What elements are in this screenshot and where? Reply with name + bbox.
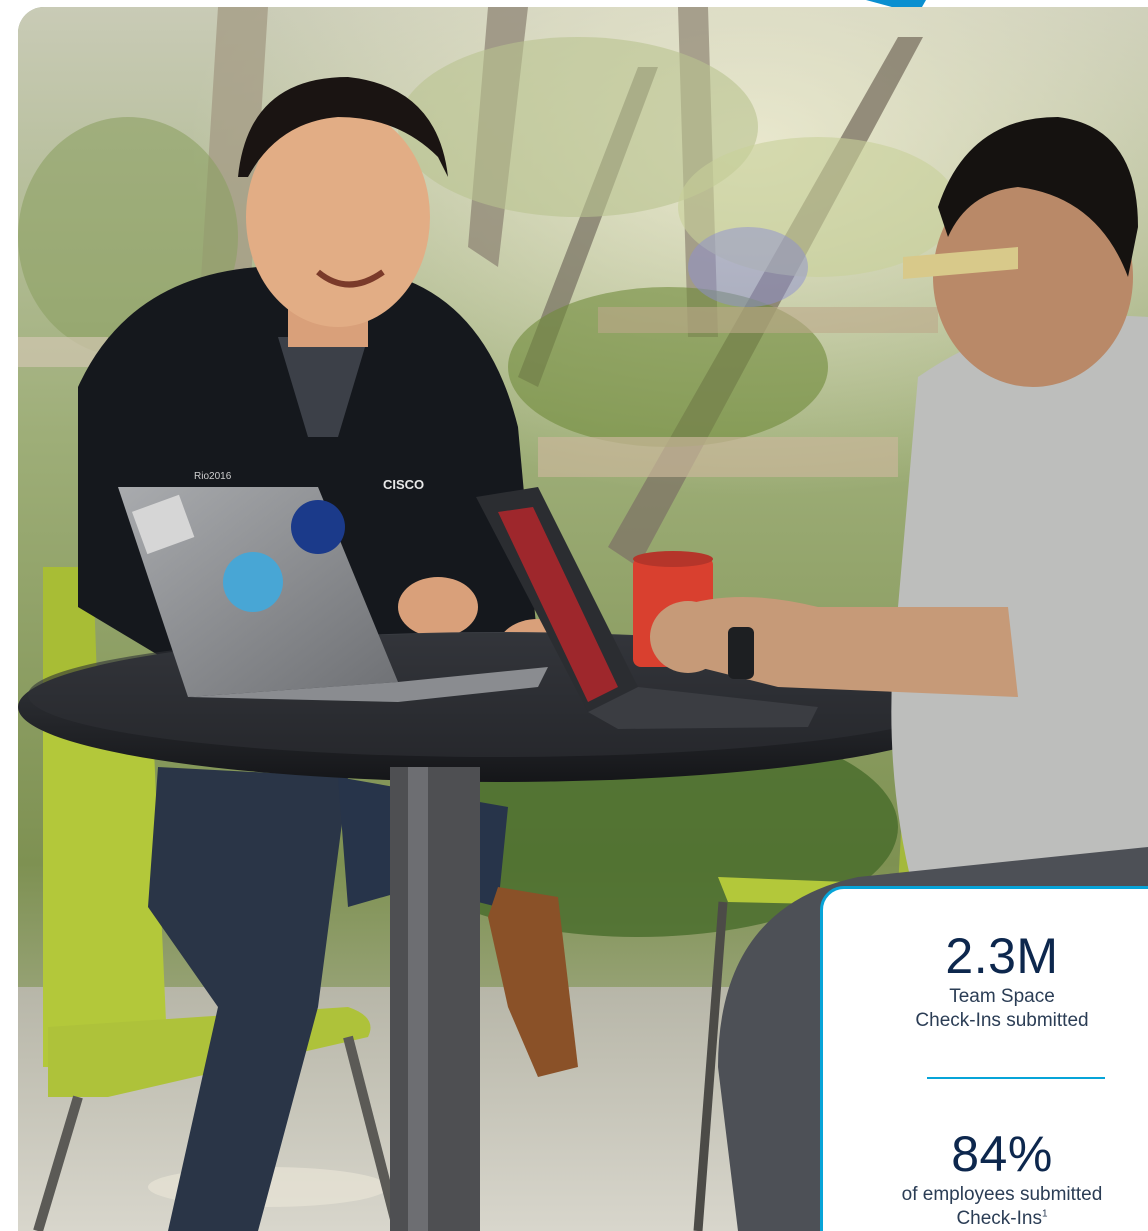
stat-employees-value: 84% — [951, 1126, 1053, 1182]
page: CISCO Rio2016 2.3M Team Space Check-Ins … — [0, 0, 1148, 1231]
stat-check-ins: 2.3M Team Space Check-Ins submitted — [823, 927, 1148, 1033]
svg-text:Rio2016: Rio2016 — [194, 471, 232, 482]
stat-check-ins-value: 2.3M — [945, 928, 1059, 984]
stats-card: 2.3M Team Space Check-Ins submitted 84% … — [820, 886, 1148, 1231]
jacket-logo: CISCO — [383, 477, 424, 492]
stat-employees-label-line2: Check-Ins1 — [823, 1207, 1148, 1231]
stat-check-ins-label-line2: Check-Ins submitted — [915, 1010, 1089, 1031]
stat-check-ins-label-line1: Team Space — [949, 986, 1055, 1007]
stat-employees-label-line1: of employees submitted — [901, 1184, 1103, 1205]
stat-employees-label-text: Check-Ins — [956, 1208, 1042, 1229]
stat-divider — [927, 1077, 1105, 1079]
stat-employees: 84% of employees submitted Check-Ins1 — [823, 1125, 1148, 1231]
footnote-marker: 1 — [1041, 1208, 1048, 1220]
